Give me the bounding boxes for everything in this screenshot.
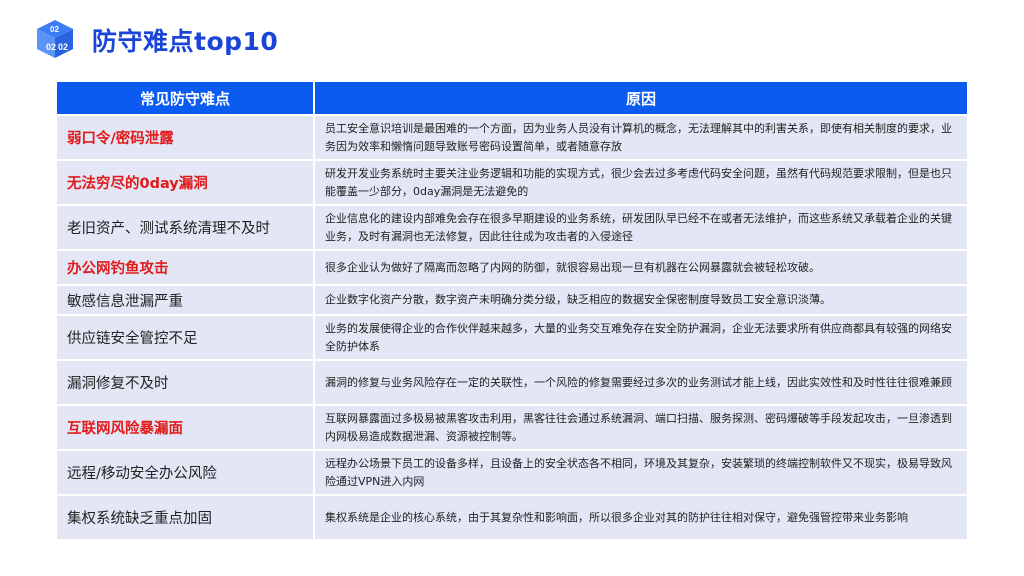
logo-text-top: 02 (50, 25, 59, 34)
issue-cell: 弱口令/密码泄露 (57, 114, 315, 159)
reason-cell: 很多企业认为做好了隔离而忽略了内网的防御，就很容易出现一旦有机器在公网暴露就会被… (315, 249, 967, 284)
issue-cell: 老旧资产、测试系统清理不及时 (57, 204, 315, 249)
issue-cell: 办公网钓鱼攻击 (57, 249, 315, 284)
reason-cell: 企业信息化的建设内部难免会存在很多早期建设的业务系统，研发团队早已经不在或者无法… (315, 204, 967, 249)
issue-cell: 互联网风险暴漏面 (57, 404, 315, 449)
table-row: 漏洞修复不及时 漏洞的修复与业务风险存在一定的关联性，一个风险的修复需要经过多次的… (57, 359, 967, 404)
reason-cell: 集权系统是企业的核心系统，由于其复杂性和影响面，所以很多企业对其的防护往往相对保… (315, 494, 967, 539)
reason-cell: 研发开发业务系统时主要关注业务逻辑和功能的实现方式，很少会去过多考虑代码安全问题… (315, 159, 967, 204)
defense-difficulty-table: 常见防守难点 原因 弱口令/密码泄露 员工安全意识培训是最困难的一个方面，因为业务… (57, 82, 967, 539)
issue-cell: 敏感信息泄漏严重 (57, 284, 315, 314)
reason-cell: 漏洞的修复与业务风险存在一定的关联性，一个风险的修复需要经过多次的业务测试才能上… (315, 359, 967, 404)
column-header-issue: 常见防守难点 (57, 82, 315, 114)
reason-cell: 业务的发展使得企业的合作伙伴越来越多，大量的业务交互难免存在安全防护漏洞，企业无… (315, 314, 967, 359)
issue-cell: 无法穷尽的0day漏洞 (57, 159, 315, 204)
issue-cell: 集权系统缺乏重点加固 (57, 494, 315, 539)
issue-cell: 漏洞修复不及时 (57, 359, 315, 404)
reason-cell: 互联网暴露面过多极易被黑客攻击利用，黑客往往会通过系统漏洞、端口扫描、服务探测、… (315, 404, 967, 449)
table-row: 无法穷尽的0day漏洞 研发开发业务系统时主要关注业务逻辑和功能的实现方式，很少会… (57, 159, 967, 204)
page-title: 防守难点top10 (92, 27, 279, 56)
logo-text: 02 (46, 42, 56, 52)
column-header-reason: 原因 (315, 82, 967, 114)
table-row: 远程/移动安全办公风险 远程办公场景下员工的设备多样，且设备上的安全状态各不相同，… (57, 449, 967, 494)
cube-logo-icon: 02 02 02 (37, 20, 73, 58)
table-row: 敏感信息泄漏严重 企业数字化资产分散，数字资产未明确分类分级，缺乏相应的数据安全保… (57, 284, 967, 314)
table-row: 办公网钓鱼攻击 很多企业认为做好了隔离而忽略了内网的防御，就很容易出现一旦有机器在… (57, 249, 967, 284)
table-row: 弱口令/密码泄露 员工安全意识培训是最困难的一个方面，因为业务人员没有计算机的概念… (57, 114, 967, 159)
table-row: 集权系统缺乏重点加固 集权系统是企业的核心系统，由于其复杂性和影响面，所以很多企业… (57, 494, 967, 539)
issue-cell: 供应链安全管控不足 (57, 314, 315, 359)
reason-cell: 员工安全意识培训是最困难的一个方面，因为业务人员没有计算机的概念，无法理解其中的… (315, 114, 967, 159)
table-header-row: 常见防守难点 原因 (57, 82, 967, 114)
table-row: 互联网风险暴漏面 互联网暴露面过多极易被黑客攻击利用，黑客往往会通过系统漏洞、端口… (57, 404, 967, 449)
reason-cell: 远程办公场景下员工的设备多样，且设备上的安全状态各不相同，环境及其复杂，安装繁琐… (315, 449, 967, 494)
table-row: 老旧资产、测试系统清理不及时 企业信息化的建设内部难免会存在很多早期建设的业务系统… (57, 204, 967, 249)
issue-cell: 远程/移动安全办公风险 (57, 449, 315, 494)
reason-cell: 企业数字化资产分散，数字资产未明确分类分级，缺乏相应的数据安全保密制度导致员工安… (315, 284, 967, 314)
table-row: 供应链安全管控不足 业务的发展使得企业的合作伙伴越来越多，大量的业务交互难免存在安… (57, 314, 967, 359)
logo-text-right: 02 (58, 42, 68, 52)
